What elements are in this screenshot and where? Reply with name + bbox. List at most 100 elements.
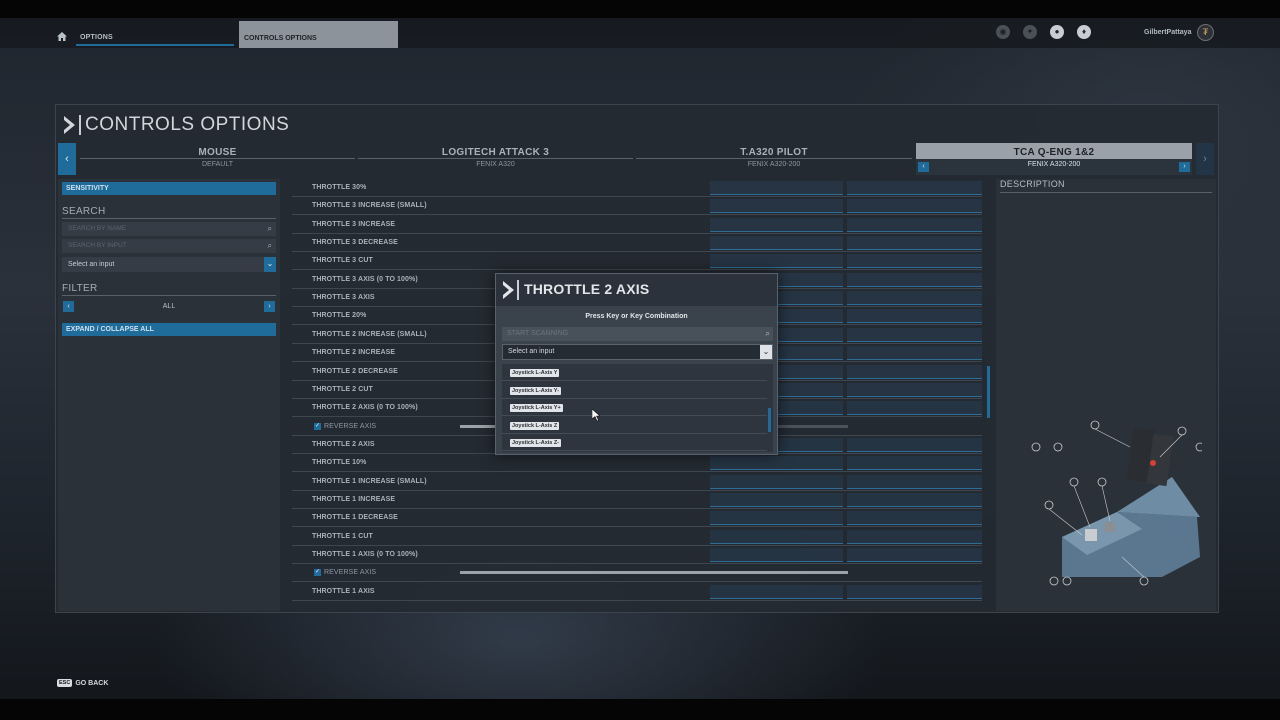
profile-prev-button[interactable]: ‹	[918, 162, 929, 172]
nav-icons: ◉ ✦ ● ♦	[996, 25, 1091, 39]
achievements-icon[interactable]: ✦	[1023, 25, 1037, 39]
binding-slot-primary[interactable]	[710, 254, 843, 269]
tab-mouse[interactable]: MOUSE DEFAULT	[80, 143, 355, 175]
reverse-axis-row[interactable]: ✓ REVERSE AXIS	[284, 564, 992, 583]
options-scrollbar[interactable]	[768, 408, 771, 432]
profile-next-button[interactable]: ›	[1179, 162, 1190, 172]
binding-row[interactable]: THROTTLE 1 AXIS (0 TO 100%)	[284, 546, 992, 564]
dialog-input-select[interactable]: Select an input ⌄	[502, 344, 773, 360]
binding-slot-primary[interactable]	[710, 474, 843, 489]
input-option[interactable]: Joystick L-Axis Z-	[502, 434, 767, 451]
binding-slot-secondary[interactable]	[847, 474, 982, 489]
binding-slot-primary[interactable]	[710, 181, 843, 195]
binding-slot-secondary[interactable]	[847, 254, 982, 269]
binding-slot-primary[interactable]	[710, 199, 843, 214]
sensitivity-button[interactable]: SENSITIVITY	[62, 182, 276, 195]
breadcrumb-controls-options[interactable]: CONTROLS OPTIONS	[239, 21, 398, 48]
binding-slot-primary[interactable]	[710, 511, 843, 526]
username[interactable]: GilbertPattaya	[1144, 29, 1191, 36]
scan-input[interactable]: START SCANNING ⌕	[502, 327, 773, 341]
binding-row[interactable]: THROTTLE 3 INCREASE	[284, 216, 992, 234]
binding-row[interactable]: THROTTLE 1 AXIS	[284, 583, 992, 601]
binding-label: THROTTLE 3 INCREASE	[312, 220, 396, 228]
filter-selector: ALL ‹ ›	[62, 300, 276, 313]
profile-icon[interactable]: ●	[1050, 25, 1064, 39]
letterbox-top	[0, 0, 1280, 18]
binding-label: REVERSE AXIS	[324, 569, 377, 577]
expand-collapse-button[interactable]: EXPAND / COLLAPSE ALL	[62, 323, 276, 336]
filter-next-button[interactable]: ›	[264, 301, 275, 312]
reverse-axis-checkbox[interactable]: ✓	[314, 569, 321, 577]
binding-slot-secondary[interactable]	[847, 548, 982, 562]
marketplace-icon[interactable]: ◉	[996, 25, 1010, 39]
binding-slot-secondary[interactable]	[847, 511, 982, 526]
search-by-input-input[interactable]: SEARCH BY INPUT ⌕	[62, 239, 276, 253]
input-option[interactable]: Joystick L-Axis Y-	[502, 382, 767, 399]
binding-slot-secondary[interactable]	[847, 291, 982, 306]
filter-prev-button[interactable]: ‹	[63, 301, 74, 312]
input-select-value: Select an input	[68, 261, 115, 268]
binding-slot-secondary[interactable]	[847, 382, 982, 397]
input-option[interactable]: Joystick L-Axis Y	[502, 364, 767, 381]
reverse-axis-slider[interactable]	[460, 571, 848, 575]
binding-slot-primary[interactable]	[710, 456, 843, 471]
notifications-icon[interactable]: ♦	[1077, 25, 1091, 39]
binding-slot-secondary[interactable]	[847, 236, 982, 251]
binding-slot-secondary[interactable]	[847, 364, 982, 379]
go-back-button[interactable]: ESC GO BACK	[57, 679, 108, 687]
input-select[interactable]: Select an input ⌄	[62, 257, 276, 272]
binding-slot-secondary[interactable]	[847, 346, 982, 361]
binding-slot-secondary[interactable]	[847, 199, 982, 214]
reverse-axis-checkbox[interactable]: ✓	[314, 422, 321, 430]
search-by-name-input[interactable]: SEARCH BY NAME ⌕	[62, 222, 276, 236]
tab-logitech-attack-3[interactable]: LOGITECH ATTACK 3 FENIX A320	[358, 143, 633, 175]
binding-label: THROTTLE 1 INCREASE	[312, 495, 396, 503]
binding-slot-primary[interactable]	[710, 217, 843, 232]
user-badge-icon[interactable]: ₮	[1197, 24, 1214, 41]
description-divider	[1000, 192, 1212, 193]
binding-slot-secondary[interactable]	[847, 401, 982, 416]
binding-row[interactable]: THROTTLE 30%	[284, 179, 992, 197]
throttle-quadrant-image	[1031, 420, 1202, 586]
binding-slot-primary[interactable]	[710, 529, 843, 544]
tab-ta320-pilot[interactable]: T.A320 PILOT FENIX A320-200	[636, 143, 912, 175]
binding-row[interactable]: THROTTLE 1 CUT	[284, 528, 992, 546]
input-option[interactable]: Joystick L-Axis Z	[502, 417, 767, 434]
binding-row[interactable]: THROTTLE 3 INCREASE (SMALL)	[284, 197, 992, 216]
binding-slot-secondary[interactable]	[847, 456, 982, 471]
title-separator	[79, 115, 81, 135]
binding-slot-primary[interactable]	[710, 548, 843, 562]
binding-slot-secondary[interactable]	[847, 217, 982, 232]
binding-row[interactable]: THROTTLE 10%	[284, 454, 992, 473]
left-sidebar: SENSITIVITY SEARCH SEARCH BY NAME ⌕ SEAR…	[58, 179, 280, 611]
binding-slot-secondary[interactable]	[847, 492, 982, 507]
binding-slot-primary[interactable]	[710, 236, 843, 251]
binding-label: THROTTLE 1 DECREASE	[312, 514, 398, 522]
binding-label: THROTTLE 20%	[312, 312, 367, 320]
binding-row[interactable]: THROTTLE 3 DECREASE	[284, 234, 992, 253]
binding-label: THROTTLE 2 CUT	[312, 385, 373, 393]
binding-row[interactable]: THROTTLE 1 DECREASE	[284, 509, 992, 528]
binding-slot-secondary[interactable]	[847, 327, 982, 342]
binding-slot-secondary[interactable]	[847, 272, 982, 287]
binding-slot-primary[interactable]	[710, 584, 843, 599]
binding-row[interactable]: THROTTLE 3 CUT	[284, 252, 992, 271]
binding-slot-secondary[interactable]	[847, 529, 982, 544]
binding-label: THROTTLE 2 DECREASE	[312, 367, 398, 375]
binding-slot-secondary[interactable]	[847, 309, 982, 324]
input-option-label: Joystick L-Axis Z-	[510, 439, 562, 447]
tab-tca-q-eng[interactable]: TCA Q-ENG 1&2 FENIX A320-200 ‹ ›	[916, 143, 1192, 175]
binding-row[interactable]: THROTTLE 1 INCREASE	[284, 491, 992, 509]
binding-slot-secondary[interactable]	[847, 584, 982, 599]
tab-profile: DEFAULT	[202, 161, 233, 168]
input-option[interactable]: Joystick L-Axis Y+	[502, 399, 767, 416]
binding-slot-secondary[interactable]	[847, 181, 982, 195]
binding-slot-secondary[interactable]	[847, 437, 982, 452]
binding-row[interactable]: THROTTLE 1 INCREASE (SMALL)	[284, 473, 992, 491]
home-icon[interactable]	[57, 32, 67, 41]
search-divider	[62, 218, 276, 219]
tabs-prev-button[interactable]: ‹	[58, 143, 76, 175]
tabs-next-button[interactable]: ›	[1196, 143, 1214, 175]
breadcrumb-options[interactable]: OPTIONS	[80, 34, 113, 41]
binding-slot-primary[interactable]	[710, 492, 843, 507]
